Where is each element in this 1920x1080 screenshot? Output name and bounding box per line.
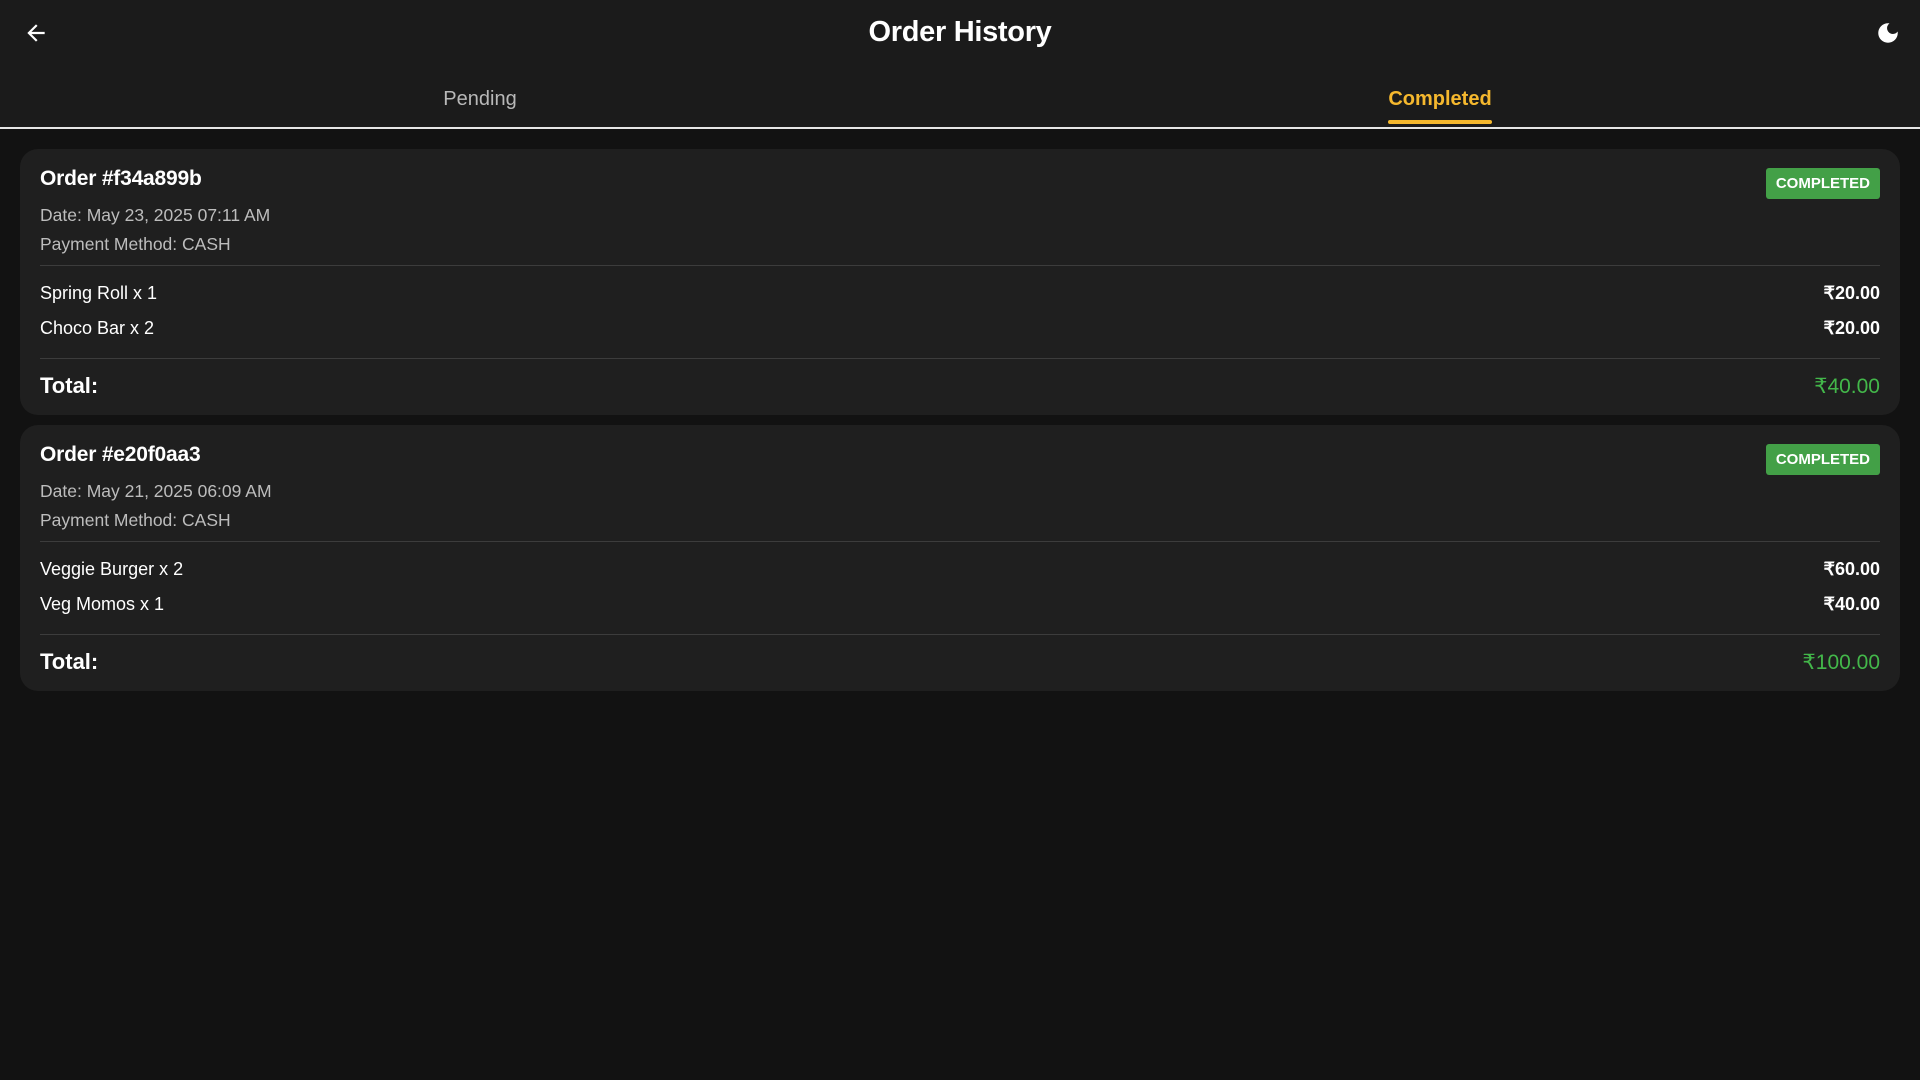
orders-list: Order #f34a899b Date: May 23, 2025 07:11… [0, 129, 1920, 691]
order-card: Order #e20f0aa3 Date: May 21, 2025 06:09… [20, 425, 1900, 691]
status-badge: COMPLETED [1765, 168, 1880, 199]
order-total-row: Total: ₹40.00 [40, 359, 1880, 399]
payment-method: Payment Method: CASH [40, 510, 231, 530]
list-item: Veggie Burger x 2 ₹60.00 [40, 552, 1880, 587]
item-name: Spring Roll x 1 [40, 283, 158, 303]
item-name: Veg Momos x 1 [40, 594, 165, 614]
payment-method: Payment Method: CASH [40, 234, 231, 254]
order-total-row: Total: ₹100.00 [40, 635, 1880, 675]
status-badge: COMPLETED [1765, 444, 1880, 475]
order-date: Date: May 21, 2025 06:09 AM [40, 481, 272, 501]
total-label: Total: [40, 373, 99, 398]
tab-pending[interactable]: Pending [0, 70, 960, 127]
item-price: ₹20.00 [1823, 283, 1881, 303]
order-card: Order #f34a899b Date: May 23, 2025 07:11… [20, 149, 1900, 415]
moon-icon [1875, 20, 1901, 51]
tab-label: Completed [1388, 88, 1493, 126]
page-title: Order History [868, 16, 1052, 48]
order-id: Order #e20f0aa3 [40, 443, 201, 466]
list-item: Veg Momos x 1 ₹40.00 [40, 587, 1880, 622]
item-name: Choco Bar x 2 [40, 318, 155, 338]
total-label: Total: [40, 649, 99, 674]
item-price: ₹60.00 [1823, 559, 1881, 579]
order-header: Order #e20f0aa3 Date: May 21, 2025 06:09… [40, 443, 1880, 541]
order-history-screen: Order History Pending Completed Order #f… [0, 0, 1920, 1080]
order-items: Spring Roll x 1 ₹20.00 Choco Bar x 2 ₹20… [40, 266, 1880, 358]
total-value: ₹100.00 [1802, 650, 1880, 674]
list-item: Spring Roll x 1 ₹20.00 [40, 276, 1880, 311]
order-id: Order #f34a899b [40, 167, 202, 190]
order-status-tabs: Pending Completed [0, 70, 1920, 129]
item-price: ₹40.00 [1823, 594, 1881, 614]
theme-toggle-button[interactable] [1870, 17, 1906, 53]
tab-completed[interactable]: Completed [960, 70, 1920, 127]
item-price: ₹20.00 [1823, 318, 1881, 338]
order-header: Order #f34a899b Date: May 23, 2025 07:11… [40, 167, 1880, 265]
item-name: Veggie Burger x 2 [40, 559, 184, 579]
list-item: Choco Bar x 2 ₹20.00 [40, 311, 1880, 346]
total-value: ₹40.00 [1814, 374, 1880, 398]
tab-label: Pending [443, 88, 517, 110]
order-date: Date: May 23, 2025 07:11 AM [40, 205, 271, 225]
order-items: Veggie Burger x 2 ₹60.00 Veg Momos x 1 ₹… [40, 542, 1880, 634]
app-header: Order History [0, 0, 1920, 70]
